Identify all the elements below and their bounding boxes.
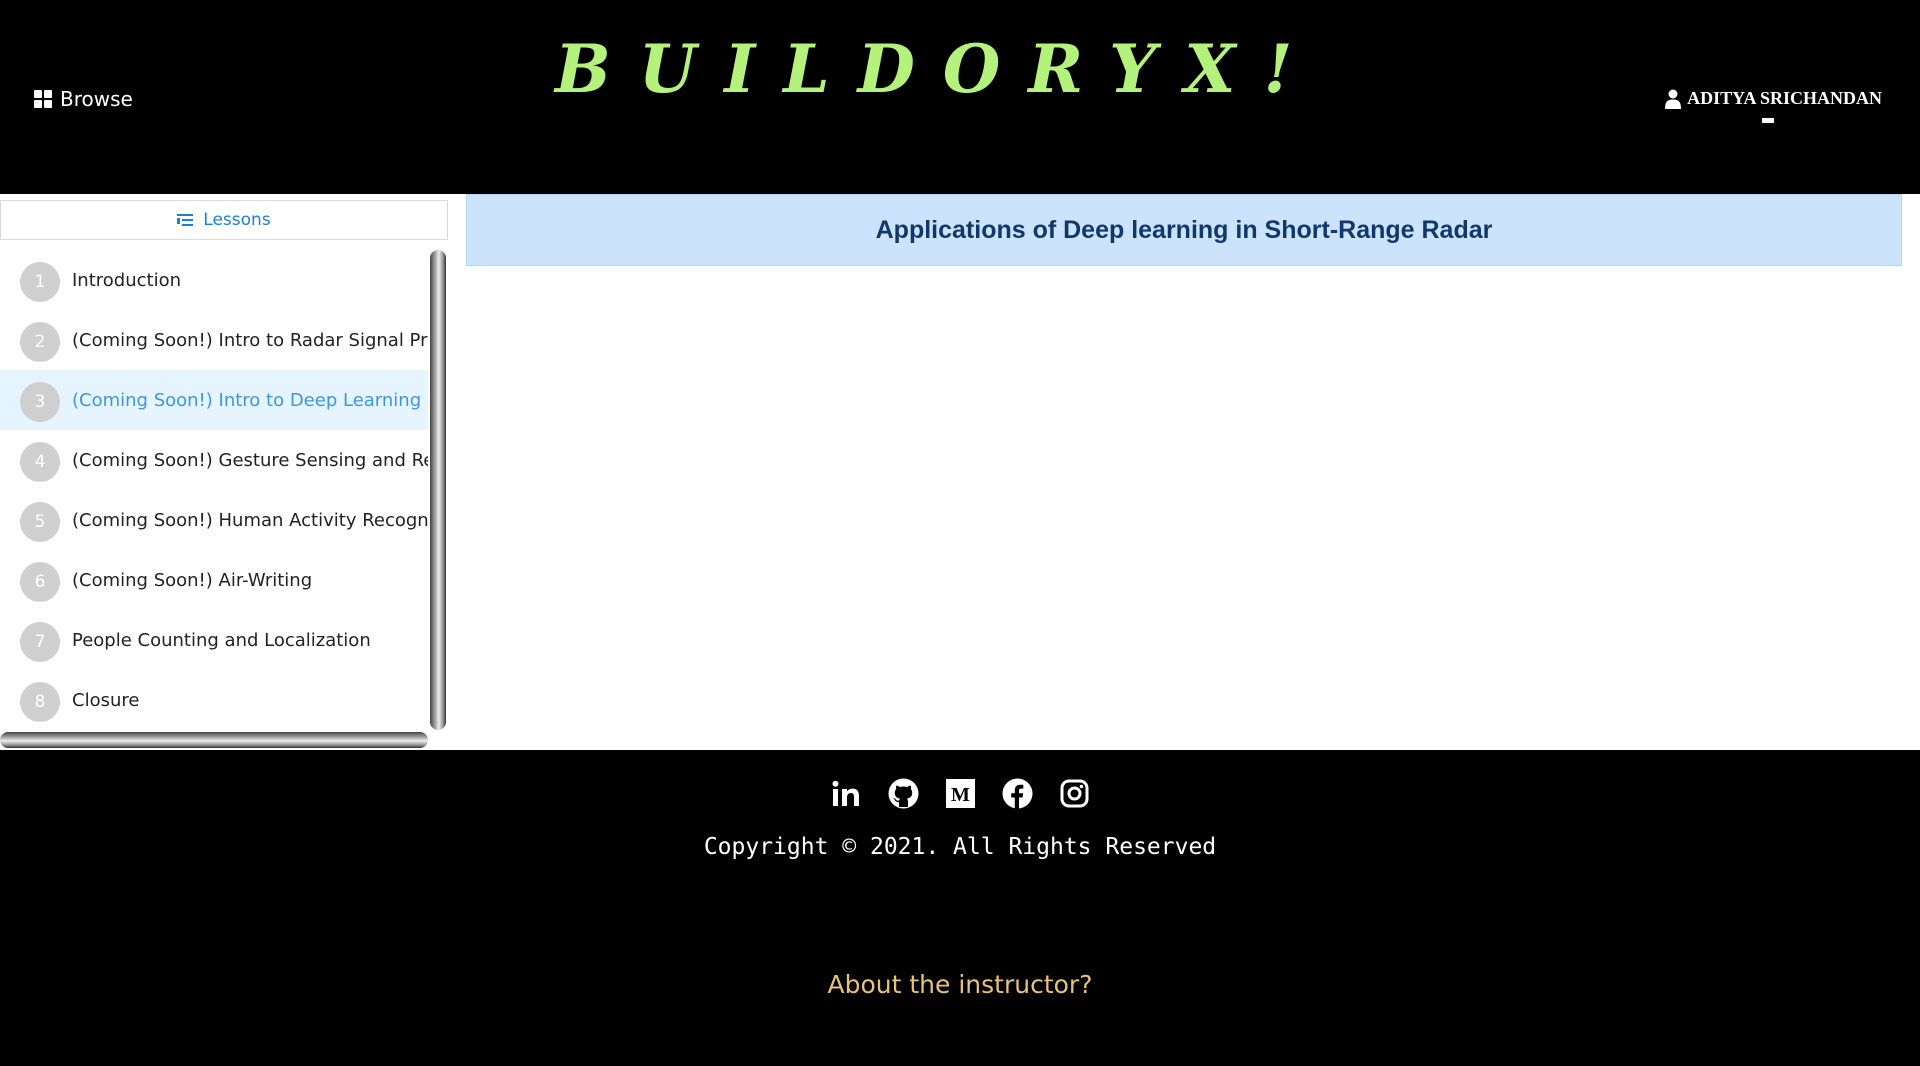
lesson-item-introduction[interactable]: 1 Introduction bbox=[0, 250, 428, 310]
user-menu[interactable]: ADITYA SRICHANDAN bbox=[1665, 88, 1882, 109]
course-title-bar: Applications of Deep learning in Short-R… bbox=[466, 194, 1902, 266]
github-icon[interactable] bbox=[888, 778, 919, 809]
lessons-sidebar: Lessons 1 Introduction 2 (Coming Soon!) … bbox=[0, 194, 448, 750]
browse-button[interactable]: Browse bbox=[34, 87, 133, 111]
lesson-item-people-counting[interactable]: 7 People Counting and Localization bbox=[0, 610, 428, 670]
lesson-item-human-activity[interactable]: 5 (Coming Soon!) Human Activity Recognit… bbox=[0, 490, 428, 550]
user-name: ADITYA SRICHANDAN bbox=[1687, 88, 1882, 108]
lesson-title: (Coming Soon!) Intro to Radar Signal Pro bbox=[72, 329, 428, 351]
lesson-title: (Coming Soon!) Human Activity Recognitio bbox=[72, 509, 428, 531]
horizontal-scrollbar[interactable] bbox=[0, 730, 428, 750]
lesson-title: Introduction bbox=[72, 269, 182, 291]
course-title: Applications of Deep learning in Short-R… bbox=[875, 215, 1493, 244]
instagram-icon[interactable] bbox=[1059, 778, 1090, 809]
lesson-item-radar-signal[interactable]: 2 (Coming Soon!) Intro to Radar Signal P… bbox=[0, 310, 428, 370]
linkedin-icon[interactable] bbox=[831, 778, 862, 809]
browse-label: Browse bbox=[60, 87, 133, 111]
about-instructor-link[interactable]: About the instructor? bbox=[0, 970, 1920, 999]
site-footer: M Copyright © 2021. All Rights Reserved … bbox=[0, 750, 1920, 1066]
lesson-number: 3 bbox=[20, 382, 60, 422]
lesson-number: 1 bbox=[20, 262, 60, 302]
list-indent-icon bbox=[177, 213, 194, 227]
copyright-text: Copyright © 2021. All Rights Reserved bbox=[703, 834, 1217, 860]
lesson-title: (Coming Soon!) Gesture Sensing and Recog bbox=[72, 449, 428, 471]
lessons-button-label: Lessons bbox=[203, 210, 271, 230]
lesson-item-deep-learning[interactable]: 3 (Coming Soon!) Intro to Deep Learning bbox=[0, 370, 428, 430]
site-header: Browse BUILDORYX! ADITYA SRICHANDAN bbox=[0, 0, 1920, 194]
lesson-number: 5 bbox=[20, 502, 60, 542]
lesson-list[interactable]: 1 Introduction 2 (Coming Soon!) Intro to… bbox=[0, 250, 428, 728]
lesson-title: (Coming Soon!) Air-Writing bbox=[72, 569, 313, 591]
lesson-item-closure[interactable]: 8 Closure bbox=[0, 670, 428, 728]
lesson-item-gesture-sensing[interactable]: 4 (Coming Soon!) Gesture Sensing and Rec… bbox=[0, 430, 428, 490]
user-icon bbox=[1665, 89, 1682, 109]
lesson-number: 8 bbox=[20, 682, 60, 722]
grid-icon bbox=[34, 90, 52, 108]
site-logo[interactable]: BUILDORYX! bbox=[555, 30, 1320, 108]
medium-icon[interactable]: M bbox=[945, 778, 976, 809]
lesson-number: 2 bbox=[20, 322, 60, 362]
facebook-icon[interactable] bbox=[1002, 778, 1033, 809]
lesson-number: 7 bbox=[20, 622, 60, 662]
lesson-title: Closure bbox=[72, 689, 140, 711]
lesson-content: Applications of Deep learning in Short-R… bbox=[466, 194, 1902, 750]
user-dropdown-indicator[interactable] bbox=[1762, 118, 1774, 123]
svg-text:M: M bbox=[951, 784, 970, 806]
lesson-title: (Coming Soon!) Intro to Deep Learning bbox=[72, 389, 422, 411]
lesson-title: People Counting and Localization bbox=[72, 629, 371, 651]
vertical-scrollbar[interactable] bbox=[428, 250, 448, 730]
lesson-item-air-writing[interactable]: 6 (Coming Soon!) Air-Writing bbox=[0, 550, 428, 610]
lesson-number: 6 bbox=[20, 562, 60, 602]
lessons-button[interactable]: Lessons bbox=[0, 200, 448, 240]
course-player: Lessons 1 Introduction 2 (Coming Soon!) … bbox=[0, 194, 1920, 750]
social-links: M bbox=[0, 778, 1920, 809]
lesson-number: 4 bbox=[20, 442, 60, 482]
